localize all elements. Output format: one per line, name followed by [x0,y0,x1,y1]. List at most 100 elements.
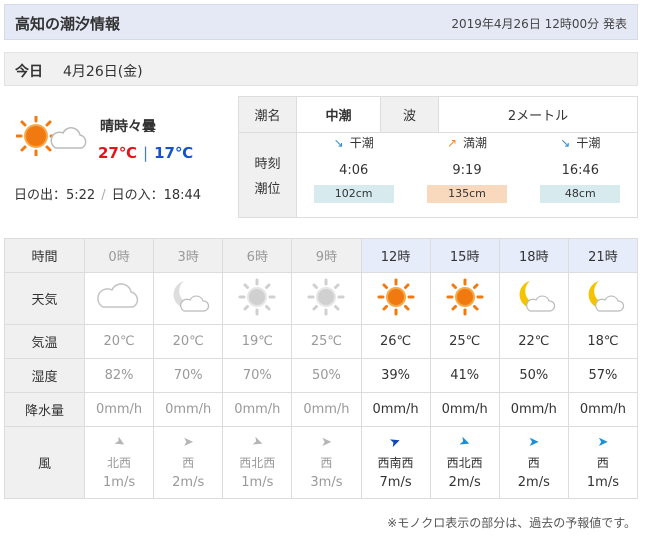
cloud-icon [97,277,141,321]
moon-cloud-icon [512,277,556,321]
humidity-cell: 57% [567,358,639,393]
temp-cell: 26℃ [360,324,431,359]
temp-cell: 20℃ [83,324,155,359]
temp-cell: 22℃ [498,324,569,359]
wind-direction: 西北西 [446,455,483,470]
sun-icon [376,277,416,321]
row-label-rain: 降水量 [4,392,85,427]
arrow-up-right-icon: ↗ [446,136,458,150]
wind-cell: ➤ 北西 1m/s [83,426,155,499]
high-temp: 27℃ [98,144,138,162]
sun-icon [237,277,277,321]
rain-cell: 0mm/h [291,392,362,427]
today-label: 今日 [15,64,43,80]
row-label-time: 時間 [4,238,85,273]
hour-header: 6時 [222,238,293,273]
wind-direction: 西 [320,455,333,470]
wind-direction: 西 [182,455,195,470]
sun-icon [445,277,485,321]
humidity-cell: 39% [360,358,431,393]
wind-arrow-icon: ➤ [597,434,609,450]
wind-cell: ➤ 西 2m/s [153,426,224,499]
footnote: ※モノクロ表示の部分は、過去の予報値です。 [387,516,636,530]
tide-time-label: 時刻 潮位 [238,132,297,218]
weather-cell [83,272,155,325]
low-temp: 17℃ [154,144,194,162]
arrow-down-right-icon: ↘ [333,136,344,150]
row-label-weather: 天気 [4,272,85,325]
row-label-humidity: 湿度 [4,358,85,393]
moon-cloud-icon [581,277,625,321]
rain-cell: 0mm/h [567,392,639,427]
humidity-cell: 50% [498,358,569,393]
hourly-forecast-table: 時間 0時 3時 6時 9時 12時 15時 18時 21時 天気 気温 20℃ 20℃ 19℃ 2… [4,238,639,499]
sun-times: 日の出：5:22/日の入：18:44 [14,188,202,203]
temp-cell: 18℃ [567,324,639,359]
tide-table: 潮名 中潮 波 2メートル 時刻 潮位 ↘ 干潮 4:06 102cm ↗ 満潮 9… [238,96,638,218]
day-bar: 今日 4月26日(金) [4,52,638,86]
wind-speed: 1m/s [586,474,619,490]
announce-time: 2019年4月26日 12時00分 発表 [451,17,627,31]
wind-cell: ➤ 西 3m/s [291,426,362,499]
humidity-cell: 70% [153,358,224,393]
temp-separator: | [143,144,149,162]
wave-label: 波 [380,96,439,133]
temp-cell: 19℃ [222,324,293,359]
rain-cell: 0mm/h [222,392,293,427]
wind-speed: 2m/s [448,474,481,490]
temp-cell: 25℃ [429,324,500,359]
date-label: 4月26日(金) [63,64,143,80]
wind-direction: 西 [527,455,540,470]
wind-cell: ➤ 西北西 2m/s [429,426,500,499]
rain-cell: 0mm/h [153,392,224,427]
wind-cell: ➤ 西 2m/s [498,426,569,499]
humidity-cell: 70% [222,358,293,393]
temperature-range: 27℃ | 17℃ [98,144,193,162]
rain-cell: 0mm/h [83,392,155,427]
rain-cell: 0mm/h [498,392,569,427]
wind-direction: 北西 [107,455,132,470]
tide-level: 48cm [540,185,621,203]
wind-speed: 7m/s [379,474,412,490]
hour-header: 9時 [291,238,362,273]
weather-cell [291,272,362,325]
weather-cell [429,272,500,325]
wind-arrow-icon: ➤ [528,434,540,450]
arrow-down-right-icon: ↘ [560,136,571,150]
wind-speed: 2m/s [517,474,550,490]
wind-cell: ➤ 西北西 1m/s [222,426,293,499]
tide-event: ↘ 干潮 16:46 48cm [524,133,637,217]
temp-cell: 20℃ [153,324,224,359]
wind-direction: 西 [596,455,609,470]
wind-speed: 2m/s [172,474,205,490]
hour-header: 3時 [153,238,224,273]
row-label-wind: 風 [4,426,85,499]
wind-cell: ➤ 西 1m/s [567,426,639,499]
wind-arrow-icon: ➤ [320,434,332,450]
tide-name-label: 潮名 [238,96,297,133]
hour-header: 18時 [498,238,569,273]
humidity-cell: 41% [429,358,500,393]
wind-speed: 3m/s [310,474,343,490]
wave-value: 2メートル [438,96,638,133]
weather-summary: 晴時々曇 27℃ | 17℃ 日の出：5:22/日の入：18:44 [0,96,236,216]
tide-level: 135cm [426,185,507,203]
wind-arrow-icon: ➤ [110,432,128,452]
wind-speed: 1m/s [241,474,274,490]
rain-cell: 0mm/h [429,392,500,427]
humidity-cell: 50% [291,358,362,393]
wind-arrow-icon: ➤ [457,433,473,451]
page-title: 高知の潮汐情報 [15,15,121,33]
sun-icon [306,277,346,321]
wind-arrow-icon: ➤ [387,433,404,451]
title-bar: 高知の潮汐情報 2019年4月26日 12時00分 発表 [4,4,638,40]
tide-event: ↘ 干潮 4:06 102cm [297,133,410,217]
hour-header: 15時 [429,238,500,273]
wind-arrow-icon: ➤ [249,433,266,451]
rain-cell: 0mm/h [360,392,431,427]
weather-condition: 晴時々曇 [100,119,156,135]
wind-arrow-icon: ➤ [182,434,194,450]
hour-header: 12時 [360,238,431,273]
hour-header: 0時 [83,238,155,273]
weather-cell [222,272,293,325]
